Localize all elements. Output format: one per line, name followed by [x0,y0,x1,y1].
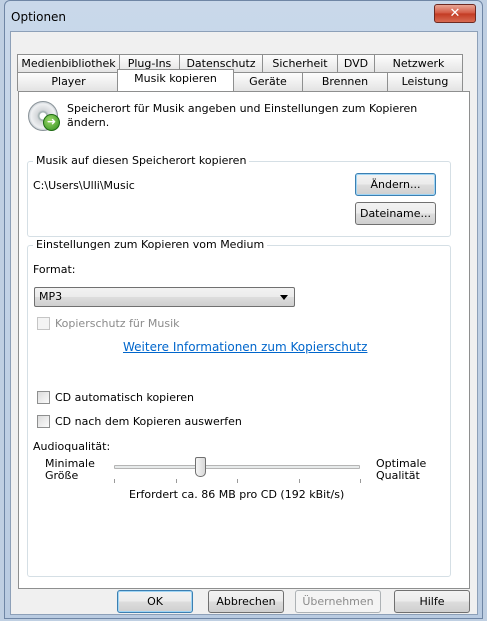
filename-label: Dateiname... [359,207,432,220]
rip-settings-group: Einstellungen zum Kopieren vom Medium Fo… [27,238,451,577]
tab-medienbibliothek[interactable]: Medienbibliothek [17,54,120,73]
audio-quality-label: Audioqualität: [33,440,111,453]
slider-tick [298,479,300,483]
tab-dvd[interactable]: DVD [337,54,375,73]
copy-protect-label: Kopierschutz für Musik [55,317,180,330]
copy-protect-checkbox[interactable] [37,317,50,330]
close-button[interactable]: ✕ [434,4,476,23]
eject-after-rip-label: CD nach dem Kopieren auswerfen [55,415,242,428]
title-bar[interactable]: Optionen ✕ [5,1,482,31]
help-label: Hilfe [419,595,445,608]
copy-protect-info-link[interactable]: Weitere Informationen zum Kopierschutz [123,340,367,354]
cancel-label: Abbrechen [216,595,276,608]
ok-label: OK [147,595,163,608]
slider-tick [360,479,361,483]
eject-after-rip-checkbox[interactable] [37,415,50,428]
apply-label: Übernehmen [302,595,374,608]
requirement-text: Erfordert ca. 86 MB pro CD (192 kBit/s) [129,488,345,501]
slider-tick [237,479,238,483]
format-label: Format: [33,263,76,276]
dialog-client-area: Medienbibliothek Plug-Ins Datenschutz Si… [10,31,478,615]
tab-musik-kopieren[interactable]: Musik kopieren [117,69,234,91]
format-select[interactable]: MP3 [34,287,295,307]
min-size-label-line2: Größe [45,469,79,482]
rip-arrow-icon: ➜ [43,114,60,131]
close-icon: ✕ [449,6,461,21]
apply-button[interactable]: Übernehmen [295,590,381,613]
music-path: C:\Users\Ulli\Music [33,179,135,192]
intro-text: Speicherort für Musik angeben und Einste… [67,102,418,129]
help-button[interactable]: Hilfe [394,590,470,613]
window-title: Optionen [11,10,67,24]
slider-thumb[interactable] [195,457,207,477]
location-group: Musik auf diesen Speicherort kopieren C:… [27,154,451,237]
location-group-title: Musik auf diesen Speicherort kopieren [33,154,250,168]
tab-leistung[interactable]: Leistung [387,72,463,91]
tab-brennen[interactable]: Brennen [302,72,388,91]
tab-player[interactable]: Player [17,72,120,91]
chevron-down-icon [280,295,288,300]
slider-track [114,465,360,469]
tab-panel-musik-kopieren: ➜ Speicherort für Musik angeben und Eins… [18,91,470,589]
filename-button[interactable]: Dateiname... [355,202,436,225]
auto-rip-label: CD automatisch kopieren [55,391,195,404]
slider-tick [175,479,177,483]
audio-quality-slider[interactable] [114,454,361,484]
options-window: Optionen ✕ Medienbibliothek Plug-Ins Dat… [4,0,483,619]
tab-geraete[interactable]: Geräte [233,72,303,91]
change-location-label: Ändern... [370,178,421,191]
slider-tick [114,479,115,483]
format-value: MP3 [39,290,63,303]
max-quality-label-line2: Qualität [376,469,420,482]
tab-netzwerk[interactable]: Netzwerk [374,54,463,73]
ok-button[interactable]: OK [117,590,193,613]
tab-sicherheit[interactable]: Sicherheit [262,54,338,73]
change-location-button[interactable]: Ändern... [355,173,436,196]
rip-settings-group-title: Einstellungen zum Kopieren vom Medium [33,238,268,252]
auto-rip-checkbox[interactable] [37,391,50,404]
cancel-button[interactable]: Abbrechen [208,590,284,613]
